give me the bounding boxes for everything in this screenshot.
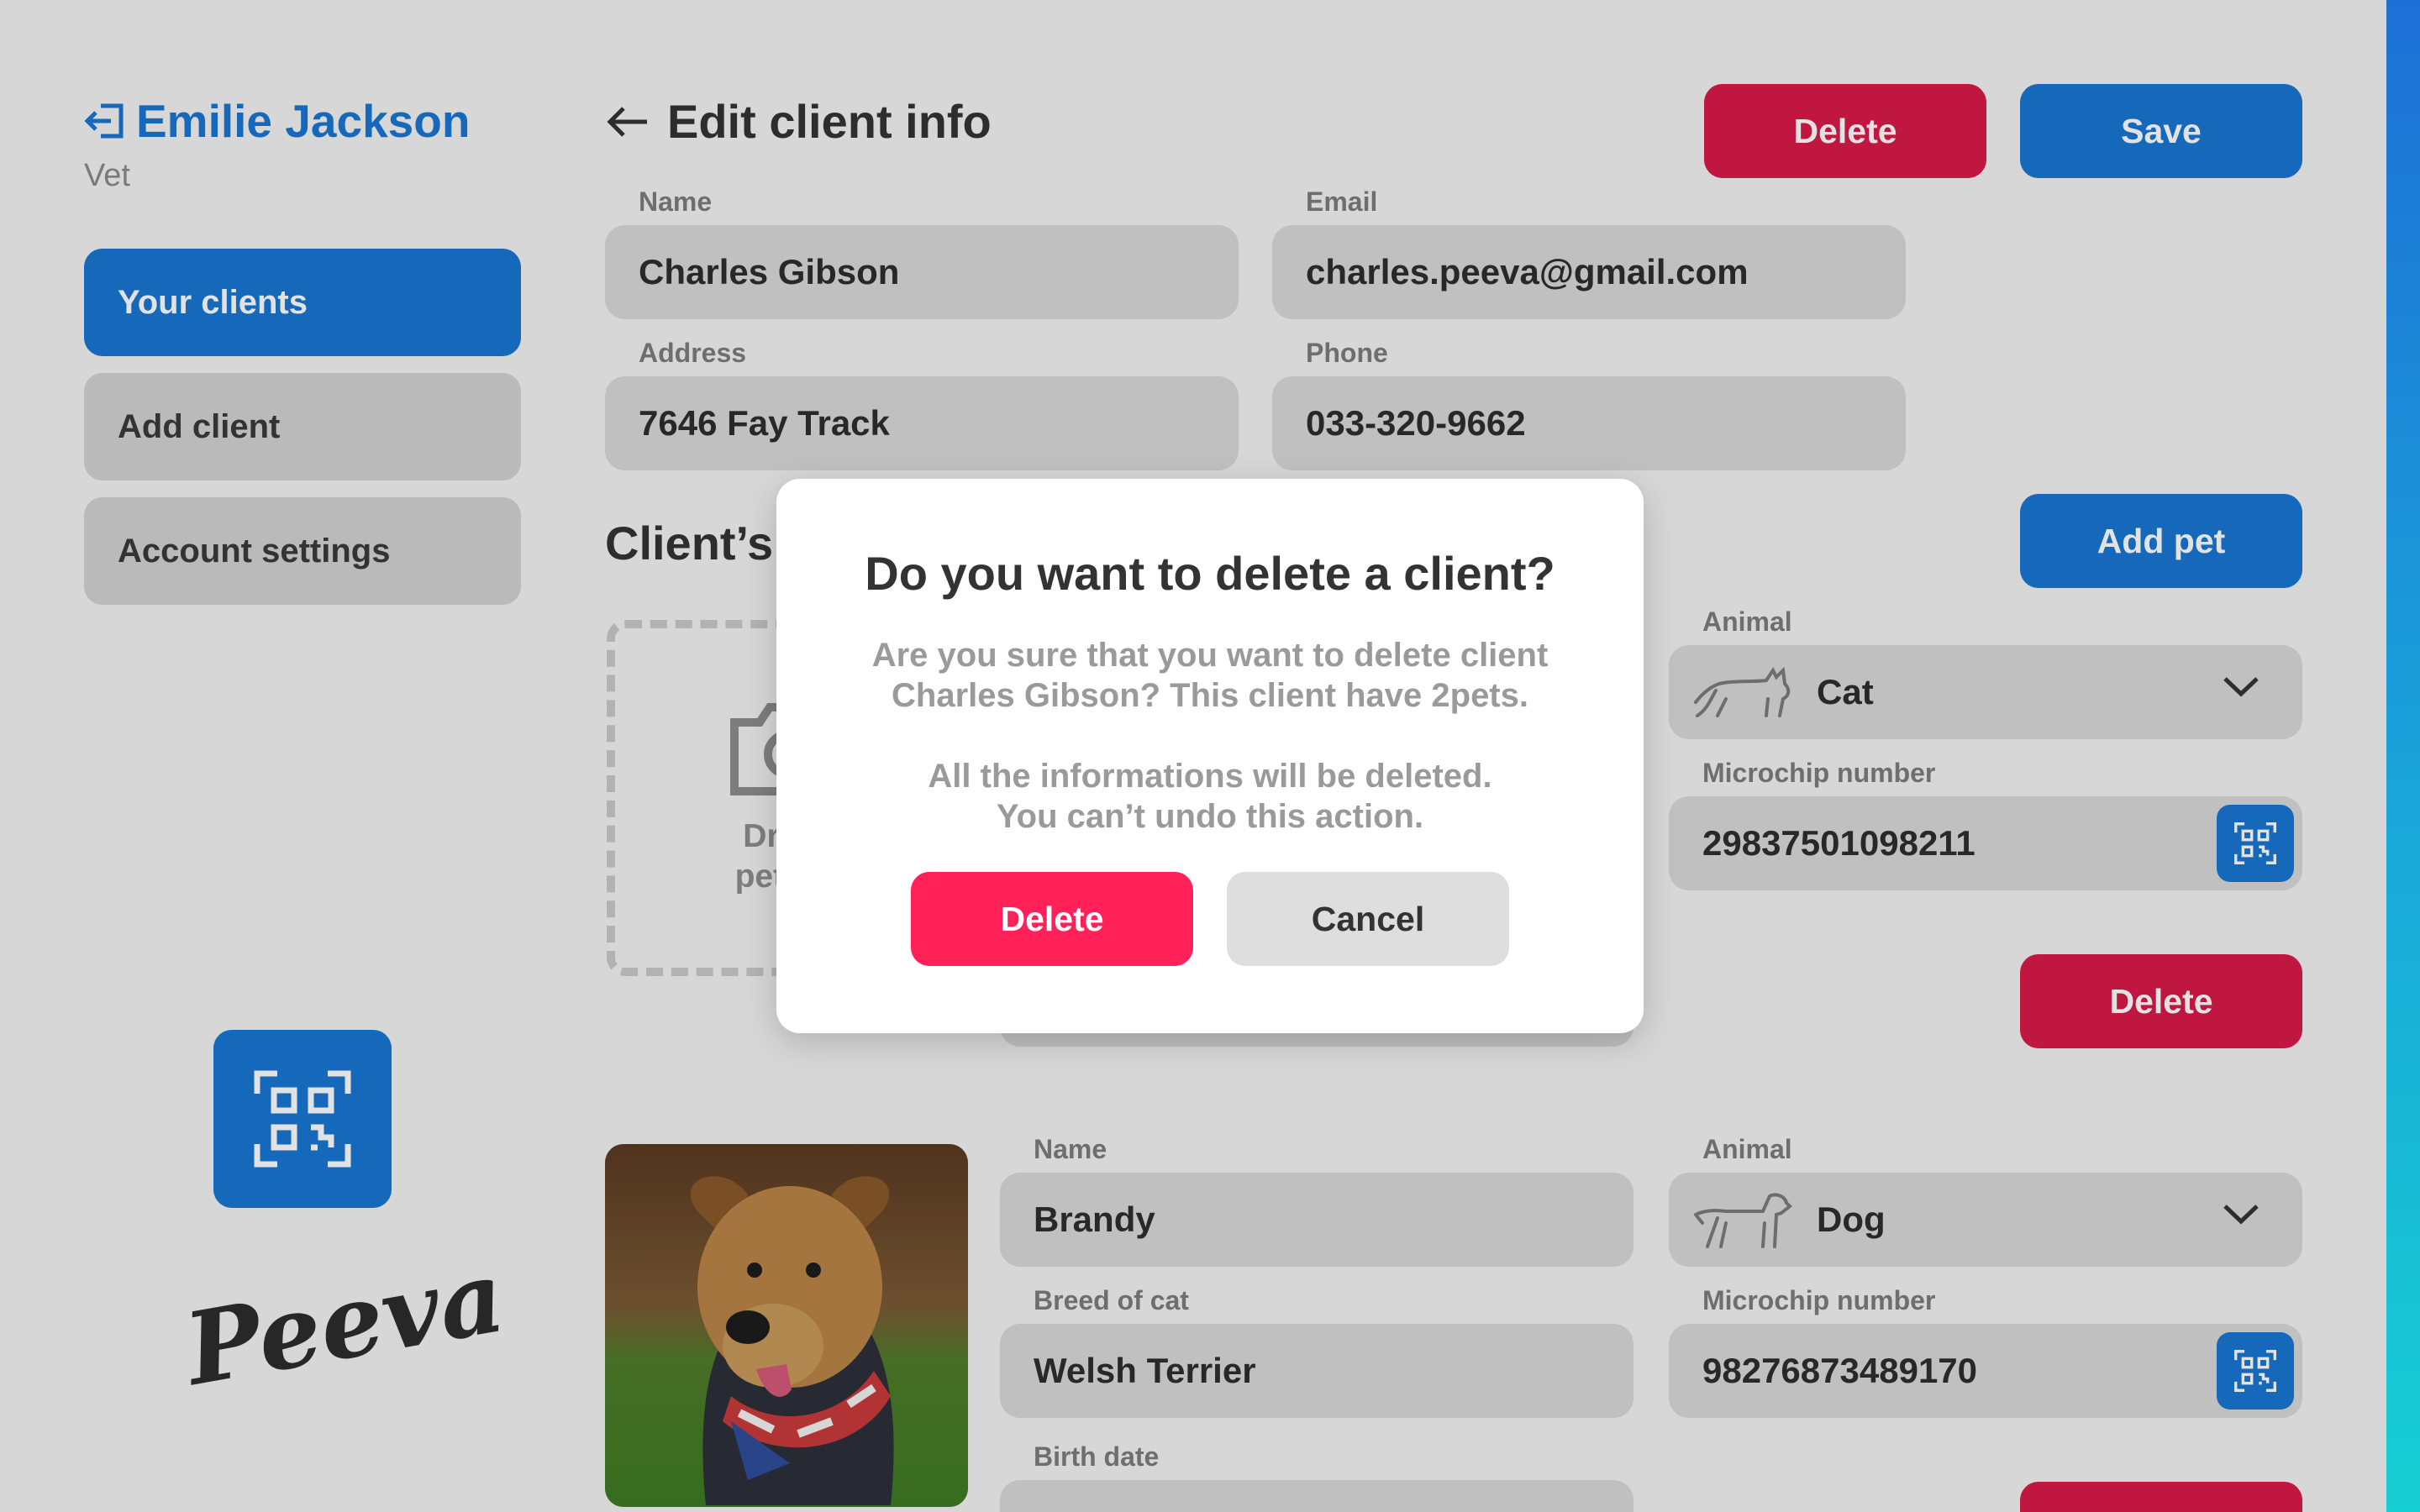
delete-confirm-dialog: Do you want to delete a client? Are you …: [776, 479, 1644, 1033]
dialog-warning-line2: You can’t undo this action.: [996, 798, 1424, 835]
dialog-title: Do you want to delete a client?: [865, 547, 1555, 600]
dialog-message: Are you sure that you want to delete cli…: [776, 635, 1644, 716]
dialog-warning: All the informations will be deleted. Yo…: [776, 756, 1644, 837]
window-edge: [2386, 0, 2420, 1512]
cancel-button[interactable]: Cancel: [1227, 872, 1509, 966]
app-window: Emilie Jackson Vet Your clients Add clie…: [0, 0, 2386, 1512]
dialog-message-line1: Are you sure that you want to delete cli…: [871, 637, 1549, 674]
dialog-warning-line1: All the informations will be deleted.: [928, 758, 1492, 795]
confirm-delete-button[interactable]: Delete: [911, 872, 1193, 966]
dialog-message-line2: Charles Gibson? This client have 2pets.: [892, 677, 1528, 714]
